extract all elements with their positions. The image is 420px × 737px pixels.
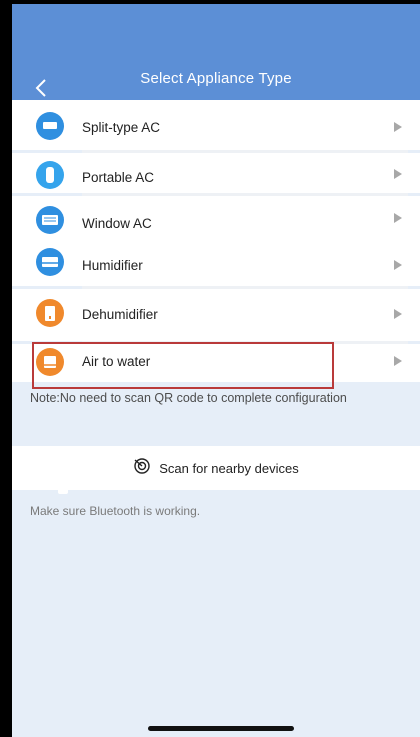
phone-frame: Select Appliance Type Split-type AC Port…	[0, 0, 420, 737]
page-title: Select Appliance Type	[140, 70, 292, 87]
decoration-dot	[58, 488, 68, 494]
list-item-label: Dehumidifier	[82, 307, 158, 322]
scan-button[interactable]: Scan for nearby devices	[12, 446, 420, 490]
bluetooth-hint: Make sure Bluetooth is working.	[30, 504, 201, 518]
list-item-window-ac[interactable]: Window AC	[12, 196, 420, 240]
scan-icon	[133, 457, 151, 480]
highlight-box	[32, 342, 334, 389]
split-ac-icon	[36, 112, 64, 140]
chevron-right-icon	[392, 167, 404, 179]
scan-button-label: Scan for nearby devices	[159, 460, 299, 476]
portable-ac-icon	[36, 161, 64, 189]
dehumidifier-icon	[36, 299, 64, 327]
humidifier-icon	[36, 248, 64, 276]
chevron-right-icon	[392, 120, 404, 132]
chevron-right-icon	[392, 307, 404, 319]
list-item-dehumidifier[interactable]: Dehumidifier	[12, 289, 420, 341]
header: Select Appliance Type	[12, 4, 420, 100]
list-item-label: Window AC	[82, 216, 152, 231]
note-text: Note:No need to scan QR code to complete…	[30, 391, 347, 405]
chevron-right-icon	[392, 258, 404, 270]
screen: Select Appliance Type Split-type AC Port…	[12, 4, 420, 737]
list-item-split-ac[interactable]: Split-type AC	[12, 100, 420, 150]
list-item-label: Portable AC	[82, 170, 155, 185]
chevron-right-icon	[392, 211, 404, 223]
window-ac-icon	[36, 206, 64, 234]
home-indicator[interactable]	[148, 726, 294, 731]
list-item-portable-ac[interactable]: Portable AC	[12, 153, 420, 193]
chevron-right-icon	[392, 354, 404, 366]
list-item-humidifier[interactable]: Humidifier	[12, 240, 420, 286]
list-item-label: Humidifier	[82, 258, 143, 273]
list-item-label: Split-type AC	[82, 120, 161, 135]
